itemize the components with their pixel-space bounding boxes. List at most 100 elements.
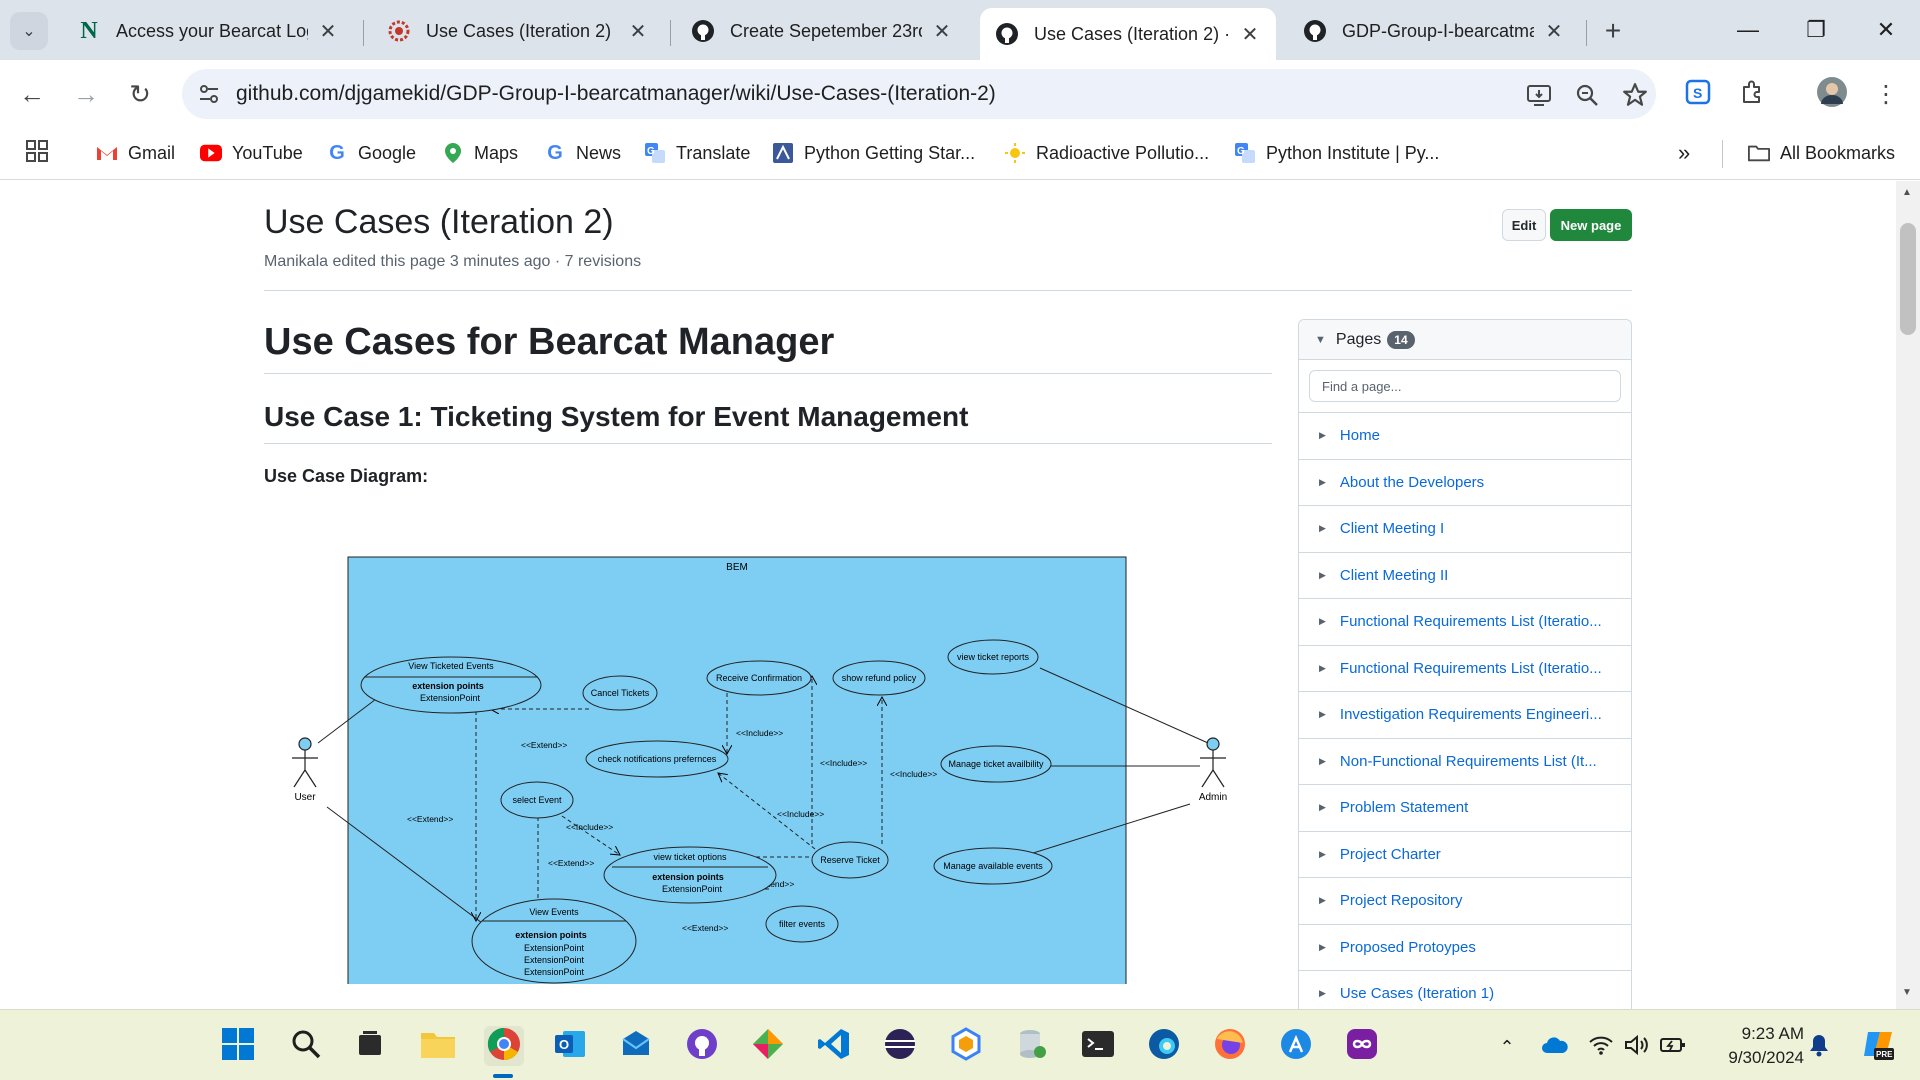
zoom-icon[interactable] — [1572, 80, 1602, 110]
bookmark-gmail[interactable]: Gmail — [96, 138, 175, 168]
caret-right-icon[interactable]: ▶ — [1319, 756, 1326, 767]
taskbar-github-desktop[interactable] — [682, 1026, 722, 1066]
close-window-button[interactable]: ✕ — [1858, 8, 1914, 52]
install-app-icon[interactable] — [1524, 80, 1554, 110]
page-link-home[interactable]: ▶ Home — [1299, 413, 1631, 460]
reload-button[interactable]: ↻ — [120, 74, 160, 114]
tab-create-september[interactable]: Create Sepetember 23rd ✕ — [676, 8, 968, 54]
extension-button[interactable]: S — [1678, 74, 1718, 114]
taskbar-outlook-new[interactable] — [616, 1026, 656, 1066]
bookmark-star-icon[interactable] — [1620, 80, 1650, 110]
bookmark-python-getting-started[interactable]: Python Getting Star... — [772, 138, 975, 168]
search-button[interactable] — [286, 1026, 326, 1066]
tab-gdp-repo[interactable]: GDP-Group-I-bearcatmar ✕ — [1288, 8, 1580, 54]
caret-right-icon[interactable]: ▶ — [1319, 802, 1326, 813]
new-tab-button[interactable]: + — [1596, 14, 1630, 48]
taskbar-infinity-app[interactable] — [1342, 1026, 1382, 1066]
close-icon[interactable]: ✕ — [930, 19, 954, 43]
profile-button[interactable] — [1812, 74, 1852, 114]
caret-right-icon[interactable]: ▶ — [1319, 709, 1326, 720]
caret-right-icon[interactable]: ▶ — [1319, 895, 1326, 906]
taskbar-eclipse[interactable] — [880, 1026, 920, 1066]
site-info-icon[interactable] — [196, 81, 222, 107]
address-bar[interactable]: github.com/djgamekid/GDP-Group-I-bearcat… — [182, 69, 1656, 119]
close-icon[interactable]: ✕ — [316, 19, 340, 43]
wifi-tray[interactable] — [1586, 1032, 1616, 1062]
chrome-menu-button[interactable]: ⋮ — [1866, 74, 1906, 114]
bookmark-news[interactable]: G News — [544, 138, 621, 168]
page-link-about-developers[interactable]: ▶ About the Developers — [1299, 460, 1631, 506]
bookmark-youtube[interactable]: YouTube — [200, 138, 303, 168]
bookmark-python-institute[interactable]: G Python Institute | Py... — [1234, 138, 1439, 168]
page-link-non-functional-req[interactable]: ▶ Non-Functional Requirements List (It... — [1299, 739, 1631, 785]
page-link-client-meeting-1[interactable]: ▶ Client Meeting I — [1299, 506, 1631, 553]
page-link-problem-statement[interactable]: ▶ Problem Statement — [1299, 785, 1631, 832]
more-bookmarks-button[interactable]: » — [1678, 138, 1690, 168]
find-page-input[interactable] — [1309, 370, 1621, 402]
pages-header[interactable]: ▼ Pages 14 — [1299, 320, 1631, 360]
page-link-project-charter[interactable]: ▶ Project Charter — [1299, 832, 1631, 878]
bookmark-radioactive-pollution[interactable]: Radioactive Pollutio... — [1004, 138, 1209, 168]
caret-right-icon[interactable]: ▶ — [1319, 988, 1326, 999]
close-icon[interactable]: ✕ — [1542, 19, 1566, 43]
new-page-button[interactable]: New page — [1550, 209, 1632, 241]
taskbar-vscode[interactable] — [814, 1026, 854, 1066]
apps-button[interactable] — [26, 138, 48, 168]
task-view-button[interactable] — [350, 1026, 390, 1066]
page-scrollbar[interactable]: ▲ ▼ — [1896, 181, 1920, 1009]
onedrive-tray[interactable] — [1540, 1032, 1570, 1062]
taskbar-file-explorer[interactable] — [418, 1026, 458, 1066]
page-link-project-repository[interactable]: ▶ Project Repository — [1299, 878, 1631, 925]
tab-search-button[interactable]: ⌄ — [10, 12, 48, 50]
bookmark-maps[interactable]: Maps — [442, 138, 518, 168]
caret-right-icon[interactable]: ▶ — [1319, 570, 1326, 581]
minimize-button[interactable]: — — [1720, 8, 1776, 52]
show-hidden-icons-button[interactable]: ⌃ — [1492, 1032, 1522, 1062]
caret-right-icon[interactable]: ▶ — [1319, 663, 1326, 674]
page-link-investigation-req[interactable]: ▶ Investigation Requirements Engineeri... — [1299, 692, 1631, 739]
caret-right-icon[interactable]: ▶ — [1319, 616, 1326, 627]
scroll-up-icon[interactable]: ▲ — [1902, 187, 1912, 198]
taskbar-edge[interactable] — [1144, 1026, 1184, 1066]
scroll-down-icon[interactable]: ▼ — [1902, 987, 1912, 998]
close-icon[interactable]: ✕ — [626, 19, 650, 43]
start-button[interactable] — [218, 1026, 258, 1066]
page-link-client-meeting-2[interactable]: ▶ Client Meeting II — [1299, 553, 1631, 599]
caret-right-icon[interactable]: ▶ — [1319, 430, 1326, 441]
all-bookmarks-button[interactable]: All Bookmarks — [1748, 138, 1895, 168]
taskbar-database-app[interactable] — [1012, 1026, 1052, 1066]
close-icon[interactable]: ✕ — [1238, 22, 1262, 46]
taskbar-chrome[interactable] — [484, 1026, 524, 1066]
restore-button[interactable]: ❐ — [1788, 8, 1844, 52]
caret-right-icon[interactable]: ▶ — [1319, 523, 1326, 534]
page-link-proposed-prototypes[interactable]: ▶ Proposed Protoypes — [1299, 925, 1631, 971]
copilot-button[interactable]: PRE — [1858, 1026, 1898, 1066]
extensions-menu-button[interactable] — [1732, 74, 1772, 114]
system-clock[interactable]: 9:23 AM 9/30/2024 — [1704, 1022, 1804, 1070]
taskbar-hex-app[interactable] — [946, 1026, 986, 1066]
taskbar-sourcetree[interactable] — [748, 1026, 788, 1066]
forward-button[interactable]: → — [66, 74, 106, 114]
taskbar-terminal[interactable] — [1078, 1026, 1118, 1066]
back-button[interactable]: ← — [12, 74, 52, 114]
bookmark-translate[interactable]: G Translate — [644, 138, 750, 168]
taskbar-firefox[interactable] — [1210, 1026, 1250, 1066]
page-link-functional-req-2[interactable]: ▶ Functional Requirements List (Iteratio.… — [1299, 646, 1631, 692]
caret-right-icon[interactable]: ▶ — [1319, 477, 1326, 488]
tab-use-cases-other[interactable]: Use Cases (Iteration 2) ✕ — [372, 8, 664, 54]
bookmark-google[interactable]: G Google — [326, 138, 416, 168]
battery-tray[interactable] — [1658, 1032, 1688, 1062]
taskbar-outlook[interactable]: O — [550, 1026, 590, 1066]
volume-tray[interactable] — [1622, 1032, 1652, 1062]
page-link-functional-req-1[interactable]: ▶ Functional Requirements List (Iteratio.… — [1299, 599, 1631, 646]
caret-right-icon[interactable]: ▶ — [1319, 849, 1326, 860]
tab-bearcat-login[interactable]: N Access your Bearcat Logi ✕ — [62, 8, 354, 54]
tab-use-cases-active[interactable]: Use Cases (Iteration 2) · dj ✕ — [980, 8, 1276, 60]
notifications-button[interactable] — [1804, 1032, 1834, 1062]
revision-meta[interactable]: Manikala edited this page 3 minutes ago … — [264, 253, 641, 271]
page-link-use-cases-1[interactable]: ▶ Use Cases (Iteration 1) — [1299, 971, 1631, 1009]
caret-right-icon[interactable]: ▶ — [1319, 942, 1326, 953]
scrollbar-thumb[interactable] — [1900, 223, 1916, 335]
taskbar-app-store[interactable] — [1276, 1026, 1316, 1066]
edit-button[interactable]: Edit — [1502, 209, 1546, 241]
